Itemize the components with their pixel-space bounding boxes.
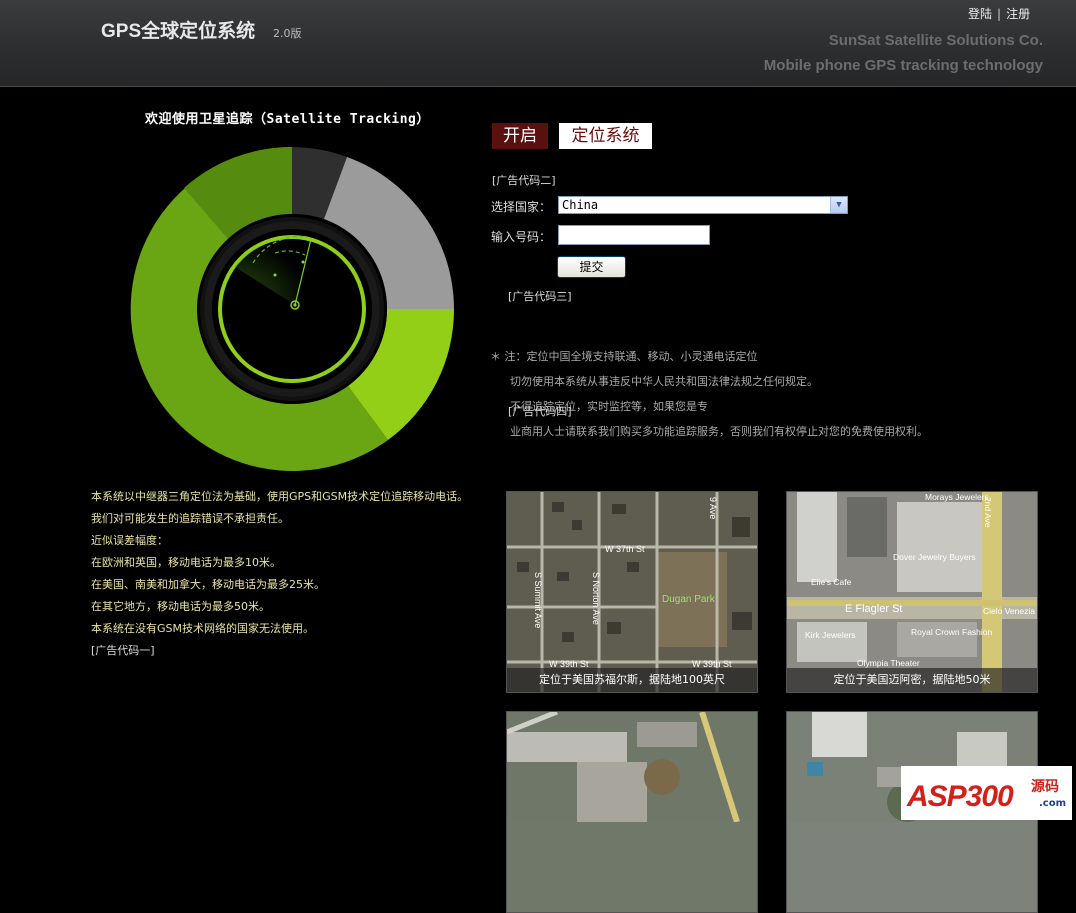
usage-notes: ＊ 注：定位中国全境支持联通、移动、小灵通电话定位 切勿使用本系统从事违反中华人… — [490, 344, 928, 444]
map-label: 9 Ave — [708, 497, 718, 519]
map-label: Cielo Venezia — [983, 606, 1035, 616]
auth-separator: | — [997, 7, 1002, 21]
map-label: Kirk Jewelers — [805, 630, 856, 640]
map-thumbnail-miami[interactable]: Morays Jewelers Dover Jewelry Buyers Eli… — [786, 491, 1038, 693]
map-caption: 定位于美国苏福尔斯，据陆地100英尺 — [507, 668, 757, 692]
info-line: 我们对可能发生的追踪错误不承担责任。 — [91, 512, 289, 525]
map-thumbnail-sioux-falls[interactable]: W 37th St Dugan Park S Summit Ave S Nort… — [506, 491, 758, 693]
version-label: 2.0版 — [273, 27, 302, 40]
map-label: S Norton Ave — [591, 572, 601, 625]
country-label: 选择国家： — [491, 200, 552, 214]
note-line: 业商用人士请联系我们购买多功能追踪服务，否则我们有权停止对您的免费使用权利。 — [510, 425, 928, 438]
country-value: China — [562, 198, 599, 212]
submit-button[interactable]: 提交 — [557, 256, 626, 278]
map-label: Dugan Park — [662, 594, 716, 605]
map-label: Morays Jewelers — [925, 492, 989, 502]
map-label: Royal Crown Fashion — [911, 627, 993, 637]
map-image — [507, 712, 757, 823]
map-label: Olympia Theater — [857, 658, 920, 668]
register-link[interactable]: 注册 — [1006, 7, 1030, 21]
ad-slot-3: [广告代码三] — [508, 290, 572, 303]
welcome-heading: 欢迎使用卫星追踪（Satellite Tracking） — [145, 112, 430, 127]
info-line: 在欧洲和英国，移动电话为最多10米。 — [91, 556, 281, 569]
map-label: 2nd Ave — [983, 497, 993, 528]
system-info: 本系统以中继器三角定位法为基础，使用GPS和GSM技术定位追踪移动电话。 我们对… — [91, 486, 491, 662]
info-line: 本系统在没有GSM技术网络的国家无法使用。 — [91, 622, 314, 635]
note-line: 切勿使用本系统从事违反中华人民共和国法律法规之任何规定。 — [510, 375, 818, 388]
map-image: W 37th St Dugan Park S Summit Ave S Nort… — [507, 492, 757, 692]
site-watermark-logo: ASP300 源码 .com — [901, 766, 1072, 820]
map-label: W 37th St — [605, 544, 645, 554]
radar-graphic — [130, 146, 455, 471]
header-bar: GPS全球定位系统 2.0版 登陆 | 注册 SunSat Satellite So… — [0, 0, 1076, 87]
watermark-domain: .com — [1039, 798, 1067, 809]
map-caption: 定位于美国迈阿密，据陆地50米 — [787, 668, 1037, 692]
info-line: 本系统以中继器三角定位法为基础，使用GPS和GSM技术定位追踪移动电话。 — [91, 490, 469, 503]
map-thumbnail-3[interactable] — [506, 711, 758, 913]
map-label: E Flagler St — [845, 603, 902, 615]
info-line: 近似误差幅度： — [91, 534, 168, 547]
map-label: Elie's Cafe — [811, 577, 852, 587]
ad-slot-2: [广告代码二] — [492, 174, 556, 187]
ad-slot-4: [广告代码四] — [508, 405, 572, 418]
site-title: GPS全球定位系统 — [101, 21, 256, 42]
note-line: ＊ 注：定位中国全境支持联通、移动、小灵通电话定位 — [490, 350, 758, 363]
map-label: S Summit Ave — [533, 572, 543, 628]
info-line: 在美国、南美和加拿大，移动电话为最多25米。 — [91, 578, 325, 591]
open-tab[interactable]: 开启 — [492, 123, 548, 149]
map-label: Dover Jewelry Buyers — [893, 552, 976, 562]
chevron-down-icon[interactable]: ▼ — [830, 197, 847, 213]
login-link[interactable]: 登陆 — [968, 7, 992, 21]
number-label: 输入号码： — [491, 230, 552, 244]
locate-system-tab[interactable]: 定位系统 — [559, 123, 652, 149]
watermark-text: ASP300 — [907, 780, 1014, 813]
map-image: Morays Jewelers Dover Jewelry Buyers Eli… — [787, 492, 1037, 692]
company-tagline: Mobile phone GPS tracking technology — [763, 57, 1043, 74]
info-line: 在其它地方，移动电话为最多50米。 — [91, 600, 270, 613]
country-select[interactable]: China ▼ — [558, 196, 848, 214]
auth-links: 登陆 | 注册 — [968, 5, 1030, 22]
ad-slot-1: [广告代码一] — [91, 644, 155, 657]
phone-number-input[interactable] — [558, 225, 710, 245]
company-name: SunSat Satellite Solutions Co. — [828, 32, 1043, 49]
watermark-sub: 源码 — [1031, 779, 1059, 795]
